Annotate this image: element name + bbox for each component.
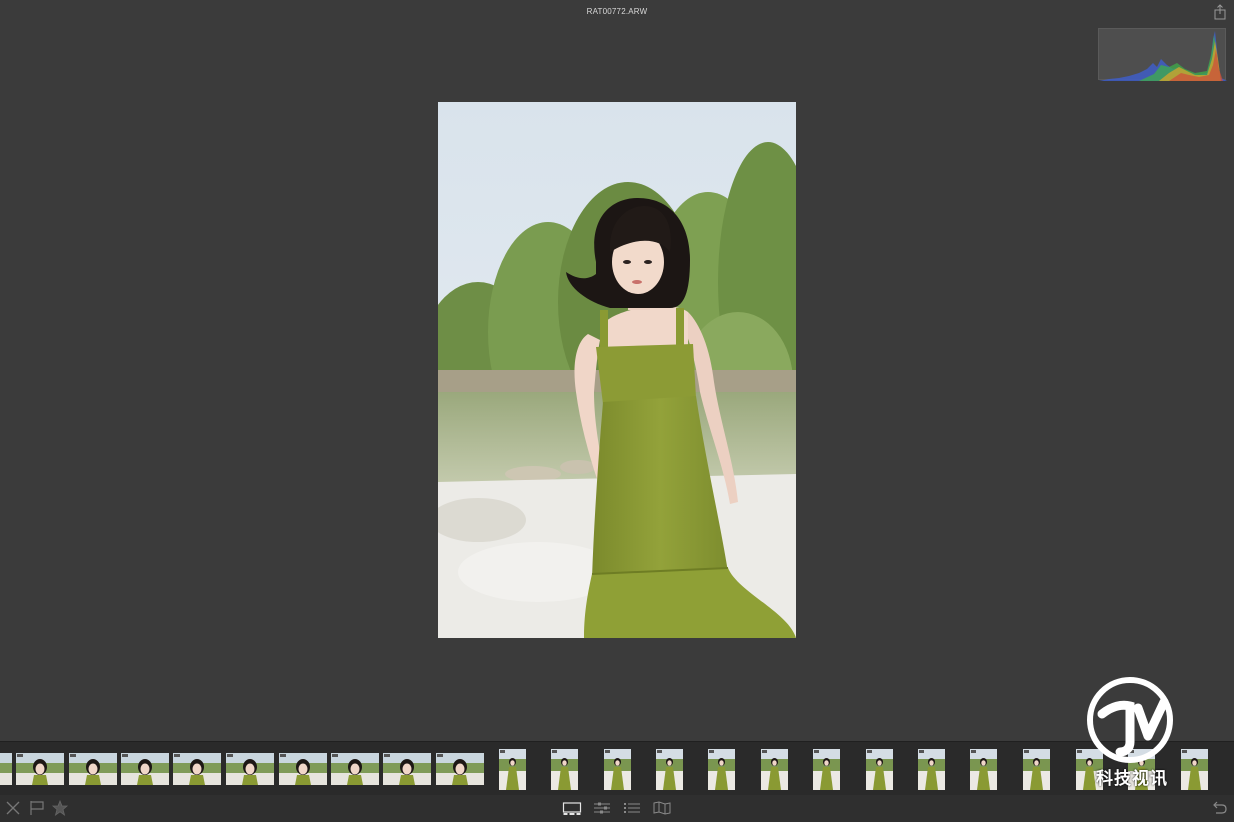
filmstrip-thumbnail[interactable] [226, 753, 274, 785]
filmstrip-thumbnail[interactable] [656, 749, 683, 790]
filmstrip-thumbnail[interactable] [0, 753, 12, 785]
list-view-icon[interactable] [622, 800, 642, 816]
filmstrip-thumbnail[interactable] [173, 753, 221, 785]
watermark-text: 科技视讯 [1096, 769, 1168, 789]
filmstrip [0, 741, 1234, 795]
filmstrip-thumbnail[interactable] [16, 753, 64, 785]
filmstrip-thumbnail[interactable] [69, 753, 117, 785]
filmstrip-thumbnail[interactable] [121, 753, 169, 785]
bottom-toolbar [0, 795, 1234, 822]
histogram [1098, 28, 1227, 81]
filmstrip-thumbnail[interactable] [383, 753, 431, 785]
star-icon[interactable] [51, 799, 69, 816]
single-view-icon[interactable] [562, 800, 582, 816]
map-view-icon[interactable] [652, 800, 672, 816]
filmstrip-thumbnail[interactable] [499, 749, 526, 790]
reject-x-icon[interactable] [4, 800, 22, 816]
filmstrip-thumbnail[interactable] [708, 749, 735, 790]
filmstrip-thumbnail[interactable] [761, 749, 788, 790]
filmstrip-thumbnail[interactable] [866, 749, 893, 790]
undo-icon[interactable] [1210, 800, 1228, 816]
filmstrip-thumbnail[interactable] [813, 749, 840, 790]
filmstrip-thumbnail[interactable] [436, 753, 484, 785]
share-icon[interactable] [1212, 4, 1228, 20]
filmstrip-thumbnail[interactable] [918, 749, 945, 790]
filename-title: RAT00772.ARW [586, 7, 648, 16]
photo-viewer-app: RAT00772.ARW 科技视讯 [0, 0, 1234, 822]
adjust-sliders-icon[interactable] [592, 800, 612, 816]
filmstrip-thumbnail[interactable] [970, 749, 997, 790]
main-photo[interactable] [438, 102, 796, 638]
filmstrip-thumbnail[interactable] [279, 753, 327, 785]
filmstrip-thumbnail[interactable] [604, 749, 631, 790]
filmstrip-thumbnail[interactable] [1023, 749, 1050, 790]
filmstrip-thumbnail[interactable] [331, 753, 379, 785]
flag-icon[interactable] [28, 800, 46, 816]
filmstrip-thumbnail[interactable] [551, 749, 578, 790]
